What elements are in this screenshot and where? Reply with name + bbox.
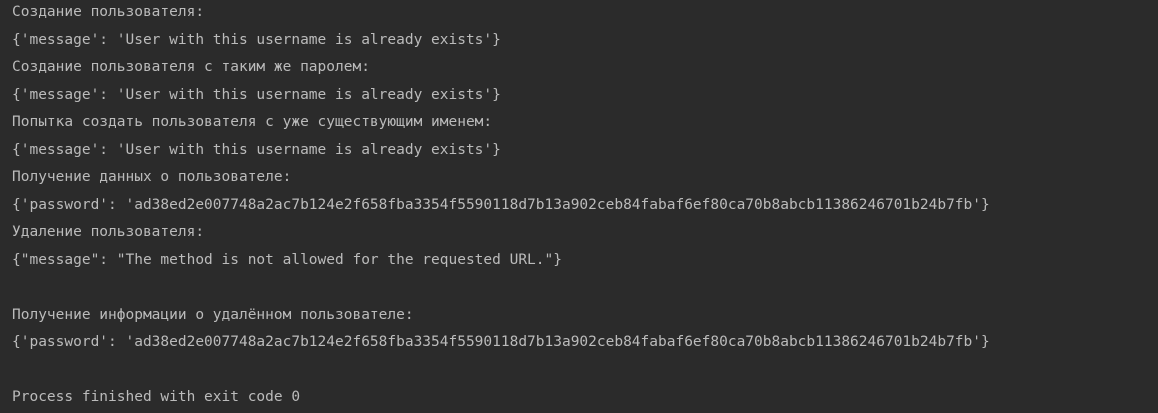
output-line-create-user-same-password: Создание пользователя с таким же паролем… <box>12 59 370 75</box>
output-line-create-user-same-password-response: {'message': 'User with this username is … <box>12 86 501 103</box>
output-line-delete-user-response: {"message": "The method is not allowed f… <box>12 251 562 268</box>
output-line-get-user-data: Получение данных о пользователе: <box>12 169 292 185</box>
console-output[interactable]: Создание пользователя: {'message': 'User… <box>0 0 1158 413</box>
output-line-get-deleted-user-response: {'password': 'ad38ed2e007748a2ac7b124e2f… <box>12 334 990 350</box>
output-line-create-existing-name-response: {'message': 'User with this username is … <box>12 141 501 158</box>
output-line-process-finished: Process finished with exit code 0 <box>12 389 301 405</box>
output-line-blank <box>12 358 1158 386</box>
output-line-create-user-response: {'message': 'User with this username is … <box>12 31 501 48</box>
output-line-blank <box>12 275 1158 303</box>
output-line-create-user: Создание пользователя: <box>12 4 205 20</box>
output-line-create-existing-name: Попытка создать пользователя с уже сущес… <box>12 114 493 130</box>
output-line-get-user-data-response: {'password': 'ad38ed2e007748a2ac7b124e2f… <box>12 196 990 213</box>
output-line-get-deleted-user: Получение информации о удалённом пользов… <box>12 306 414 323</box>
output-line-delete-user: Удаление пользователя: <box>12 224 205 240</box>
